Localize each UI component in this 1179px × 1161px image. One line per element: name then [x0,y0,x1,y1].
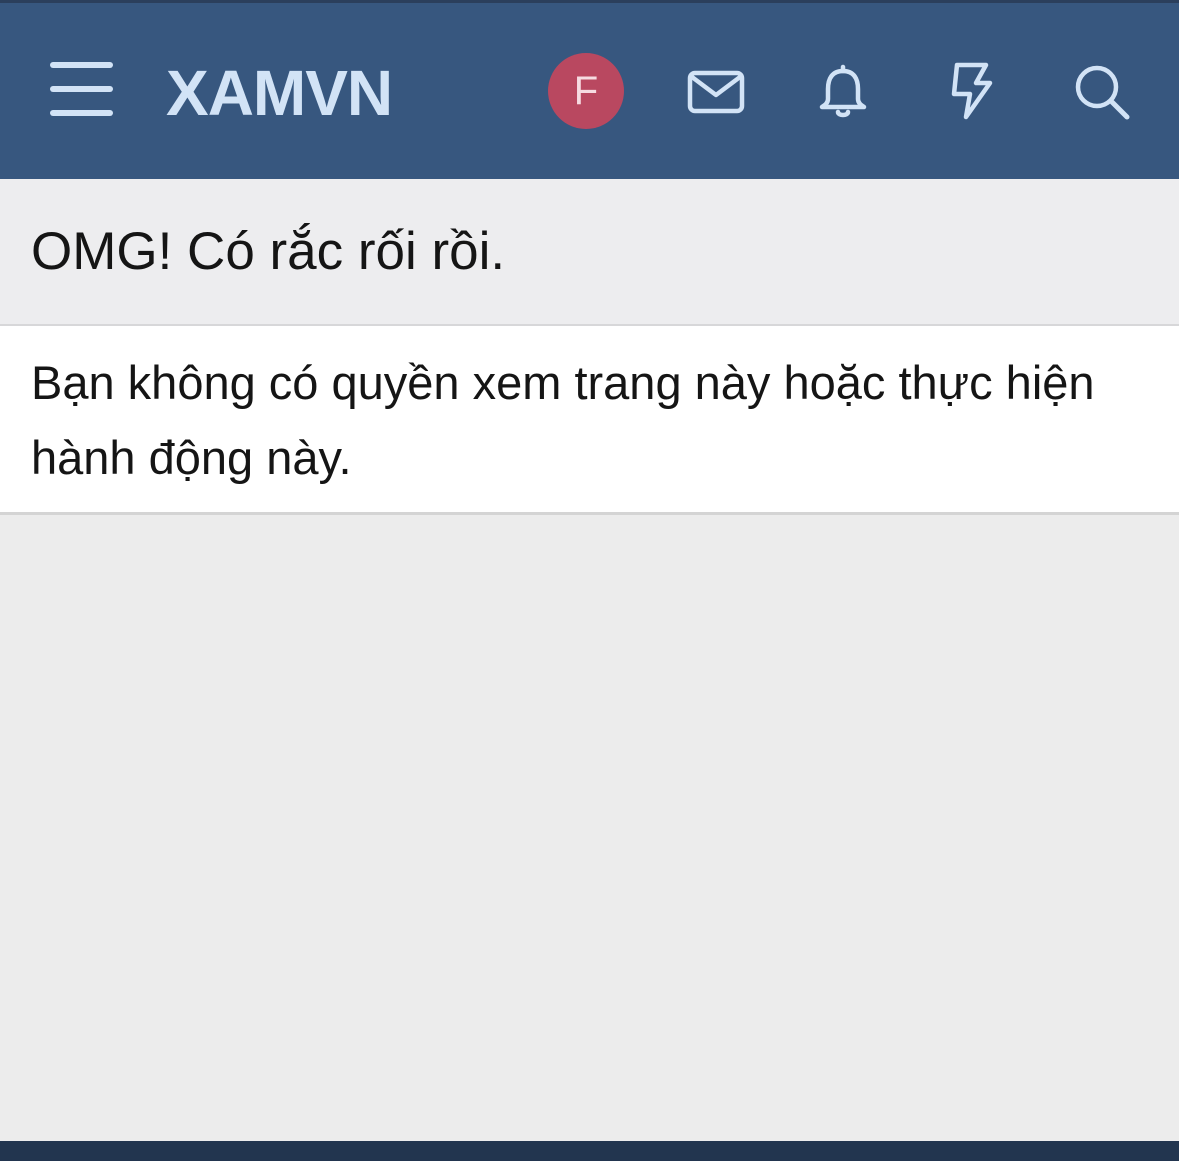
site-logo[interactable]: XAMVN [166,57,393,129]
search-icon [1075,65,1130,120]
hamburger-menu-icon-line [50,62,113,68]
site-header: XAMVN F [0,3,1179,179]
inbox-button[interactable] [684,59,748,123]
envelope-icon [687,70,745,114]
hamburger-menu-icon-line [50,86,113,92]
page-title: OMG! Có rắc rối rồi. [31,222,506,281]
menu-button[interactable] [50,61,114,121]
bottom-bar [0,1141,1179,1161]
error-message: Bạn không có quyền xem trang này hoặc th… [31,356,1095,484]
bell-icon [819,64,867,118]
lightning-bolt-icon [951,62,993,120]
user-avatar[interactable]: F [548,53,624,129]
whats-new-button[interactable] [940,59,1004,123]
hamburger-menu-icon-line [50,110,113,116]
alerts-button[interactable] [811,59,875,123]
page-title-bar: OMG! Có rắc rối rồi. [0,179,1179,326]
error-message-block: Bạn không có quyền xem trang này hoặc th… [0,326,1179,515]
search-button[interactable] [1069,59,1133,123]
